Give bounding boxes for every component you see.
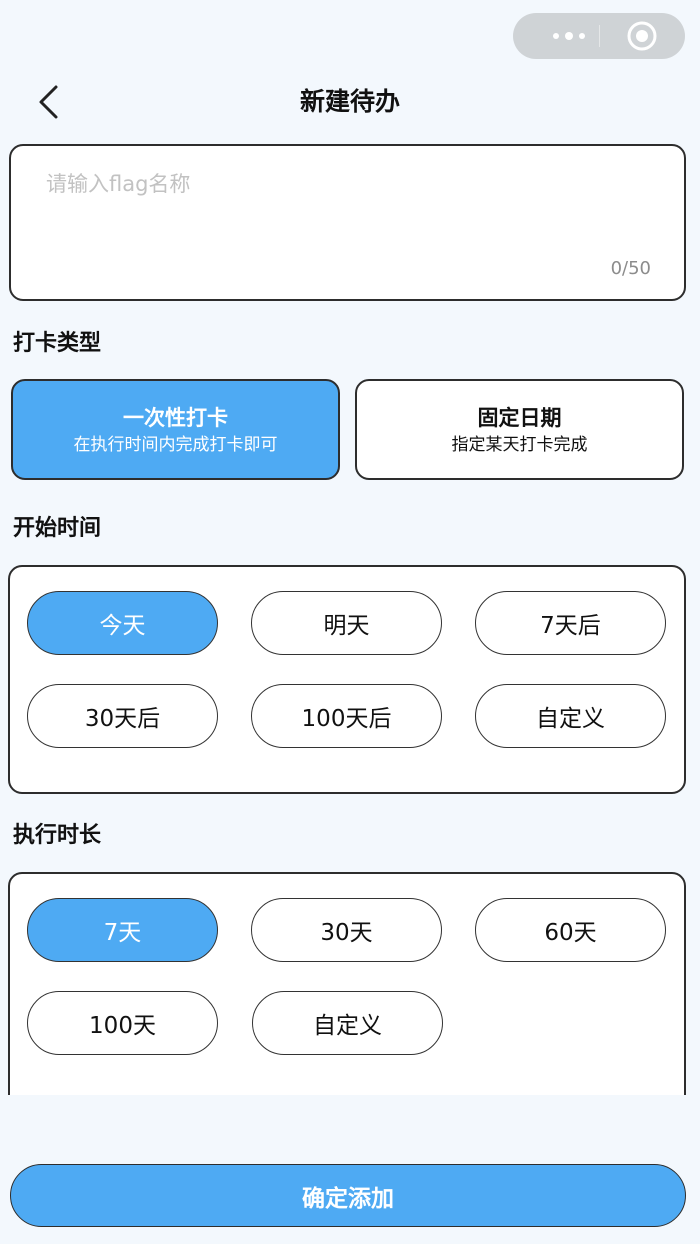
duration-option[interactable]: 60天	[475, 898, 666, 962]
checkin-type-fixed-desc: 指定某天打卡完成	[451, 434, 588, 455]
duration-option[interactable]: 自定义	[252, 991, 443, 1055]
start-time-panel: 今天 明天 7天后 30天后 100天后 自定义	[8, 565, 686, 794]
target-circle-icon[interactable]	[625, 19, 659, 53]
checkin-type-fixed-title: 固定日期	[477, 405, 562, 430]
start-time-option[interactable]: 自定义	[475, 684, 666, 748]
flag-name-textarea[interactable]: 请输入flag名称 0/50	[9, 144, 686, 301]
duration-label: 执行时长	[13, 823, 102, 848]
start-time-label: 开始时间	[13, 516, 102, 541]
scroll-clip	[0, 1095, 700, 1155]
capsule-divider	[599, 25, 600, 47]
char-counter: 0/50	[610, 258, 651, 279]
checkin-type-once-title: 一次性打卡	[123, 405, 228, 430]
checkin-type-fixed-date[interactable]: 固定日期 指定某天打卡完成	[355, 379, 684, 480]
start-time-option[interactable]: 明天	[251, 591, 442, 655]
more-dots-icon[interactable]	[551, 31, 587, 41]
menu-capsule	[513, 13, 685, 59]
duration-panel: 7天 30天 60天 100天 自定义	[8, 872, 686, 1132]
confirm-add-button[interactable]: 确定添加	[10, 1164, 686, 1227]
checkin-type-once-desc: 在执行时间内完成打卡即可	[73, 434, 278, 455]
duration-option[interactable]: 100天	[27, 991, 218, 1055]
page-title: 新建待办	[299, 87, 400, 116]
start-time-option[interactable]: 100天后	[251, 684, 442, 748]
checkin-type-once[interactable]: 一次性打卡 在执行时间内完成打卡即可	[11, 379, 340, 480]
start-time-option[interactable]: 7天后	[475, 591, 666, 655]
duration-option[interactable]: 7天	[27, 898, 218, 962]
duration-option[interactable]: 30天	[251, 898, 442, 962]
start-time-option[interactable]: 今天	[27, 591, 218, 655]
flag-name-placeholder: 请输入flag名称	[46, 172, 191, 196]
checkin-type-label: 打卡类型	[13, 331, 102, 356]
start-time-option[interactable]: 30天后	[27, 684, 218, 748]
